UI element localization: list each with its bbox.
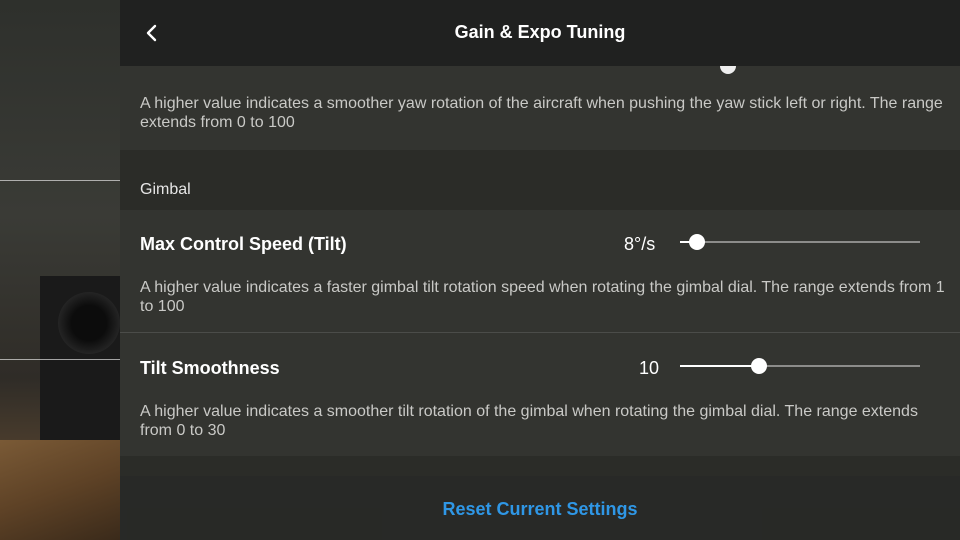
slider-knob[interactable]	[689, 234, 705, 250]
tilt-smoothness-label: Tilt Smoothness	[140, 358, 280, 378]
camera-grid-line	[0, 180, 120, 181]
reset-current-settings-button[interactable]: Reset Current Settings	[120, 499, 960, 520]
max-control-speed-tilt-value: 8°/s	[624, 234, 656, 254]
row-divider	[120, 332, 960, 333]
tilt-smoothness-slider[interactable]	[680, 358, 920, 374]
tilt-smoothness-description: A higher value indicates a smoother tilt…	[140, 403, 918, 439]
camera-floor	[0, 440, 120, 540]
slider-knob[interactable]	[751, 358, 767, 374]
max-control-speed-tilt-label: Max Control Speed (Tilt)	[140, 234, 347, 254]
section-separator	[120, 150, 960, 210]
camera-speaker-cone	[58, 292, 120, 354]
gimbal-section-title: Gimbal	[140, 181, 191, 198]
max-control-speed-tilt-slider[interactable]	[680, 234, 920, 250]
settings-scroll-area[interactable]: Yaw Smoothness 20 A higher value indicat…	[120, 0, 960, 540]
slider-track	[680, 241, 920, 243]
section-separator	[120, 456, 960, 476]
page-title: Gain & Expo Tuning	[454, 22, 626, 42]
max-control-speed-tilt-description: A higher value indicates a faster gimbal…	[140, 279, 945, 315]
top-bar: Gain & Expo Tuning	[120, 0, 960, 66]
yaw-smoothness-description: A higher value indicates a smoother yaw …	[140, 95, 943, 131]
slider-fill	[680, 365, 759, 367]
camera-live-view	[0, 0, 120, 540]
settings-panel: Yaw Smoothness 20 A higher value indicat…	[120, 0, 960, 540]
tilt-smoothness-value: 10	[639, 358, 660, 378]
camera-grid-line	[0, 359, 120, 360]
